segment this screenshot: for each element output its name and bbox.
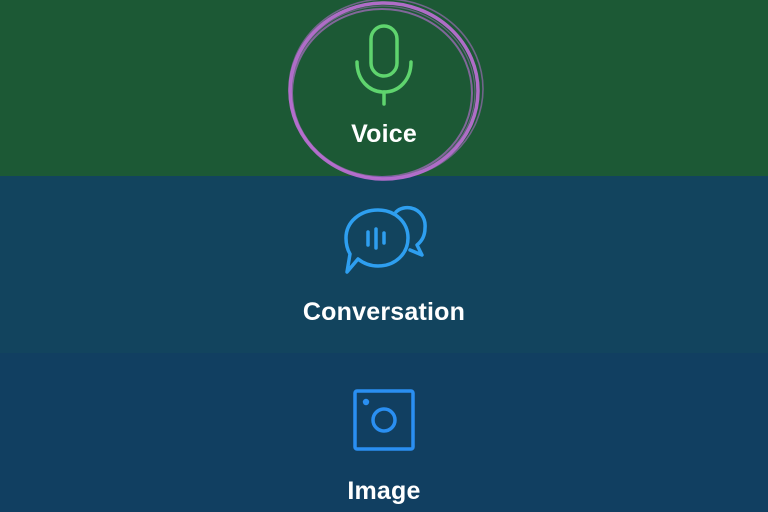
camera-icon <box>353 389 415 451</box>
mode-selector-screen: Voice Conversation Image <box>0 0 768 512</box>
microphone-icon <box>355 24 413 106</box>
conversation-mode-label: Conversation <box>302 298 466 326</box>
voice-mode-option[interactable]: Voice <box>0 0 768 176</box>
image-mode-label: Image <box>347 477 421 505</box>
conversation-mode-option[interactable]: Conversation <box>0 176 768 353</box>
chat-bubbles-icon <box>344 205 427 274</box>
voice-mode-label: Voice <box>351 120 417 148</box>
image-mode-option[interactable]: Image <box>0 353 768 512</box>
